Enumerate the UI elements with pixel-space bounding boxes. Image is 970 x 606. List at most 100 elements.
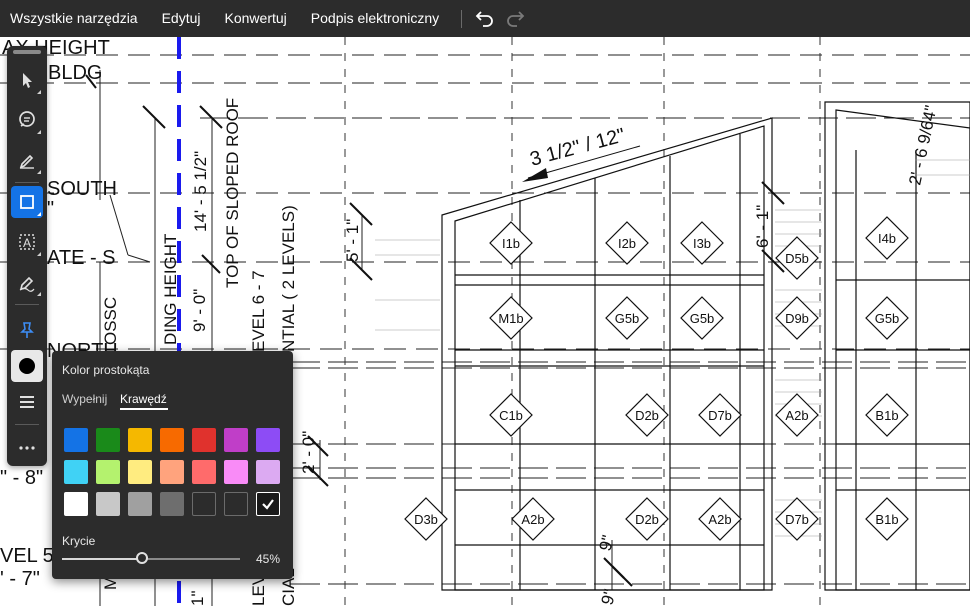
drawing-text-ntial: NTIAL ( 2 LEVELS) (279, 205, 298, 352)
checkmark-icon (262, 499, 274, 510)
color-swatch[interactable] (160, 428, 184, 452)
window-tag: I3b (680, 221, 724, 265)
color-swatch[interactable] (128, 428, 152, 452)
rectangle-icon (20, 195, 34, 209)
window-tags: I1b I2b I3b D5b I4b M1b G5b G5b D9b G5b C1b D2b D7b A… (404, 216, 909, 541)
window-tag: G5b (680, 296, 724, 340)
comment-tool[interactable] (11, 104, 43, 136)
drawing-text-ssc: OSSC (101, 297, 120, 345)
rectangle-color-panel: Kolor prostokąta Wypełnij Krawędź Krycie… (52, 351, 293, 579)
color-swatch[interactable] (224, 460, 248, 484)
window-tag-label: D2b (635, 512, 659, 527)
window-tag-label: D7b (785, 512, 809, 527)
arrow-cursor-icon (23, 73, 32, 88)
drawing-text-ding-height: DING HEIGHT (161, 234, 180, 345)
window-tag-label: I3b (693, 236, 711, 251)
drawing-text-top-sloped: TOP OF SLOPED ROOF (223, 98, 242, 288)
color-swatch[interactable] (96, 460, 120, 484)
pin-icon (20, 322, 34, 338)
more-tool[interactable] (11, 432, 43, 464)
color-swatch[interactable] (96, 428, 120, 452)
tab-fill[interactable]: Wypełnij (62, 392, 107, 406)
drawing-text-dim-6-9: 2' - 6 9/64" (905, 104, 940, 187)
opacity-slider-thumb[interactable] (136, 552, 149, 564)
window-tag-label: B1b (875, 512, 898, 527)
color-swatch[interactable] (256, 492, 280, 516)
menu-convert[interactable]: Konwertuj (213, 0, 299, 37)
drawing-text-south-suffix: " (47, 198, 54, 220)
window-tag-label: I2b (618, 236, 636, 251)
color-swatch[interactable] (224, 428, 248, 452)
menu-e-signature[interactable]: Podpis elektroniczny (299, 0, 451, 37)
toolbar-drag-handle[interactable] (13, 50, 41, 54)
window-tag: B1b (865, 393, 909, 437)
drawing-text-level-6-7: EVEL 6 - 7 (249, 270, 268, 352)
drawing-text-bldg: BLDG (48, 62, 102, 84)
window-tag: D2b (625, 497, 669, 541)
window-tag: D5b (775, 236, 819, 280)
window-tag: A2b (775, 393, 819, 437)
drawing-text-ate-s: ATE - S (47, 247, 116, 269)
window-tag-label: A2b (708, 512, 731, 527)
window-tag: D3b (404, 497, 448, 541)
top-menu-bar: Wszystkie narzędzia Edytuj Konwertuj Pod… (0, 0, 970, 37)
lines-icon (20, 396, 34, 408)
window-tag-label: I1b (502, 236, 520, 251)
draw-tool[interactable] (11, 266, 43, 298)
window-tag-label: B1b (875, 408, 898, 423)
pen-icon (19, 276, 35, 292)
window-tag-label: G5b (615, 311, 640, 326)
color-swatch[interactable] (224, 492, 248, 516)
window-tag: G5b (605, 296, 649, 340)
color-swatch[interactable] (96, 492, 120, 516)
window-tag-label: A2b (521, 512, 544, 527)
drawing-text-level5: VEL 5 (0, 545, 54, 567)
color-swatch[interactable] (256, 460, 280, 484)
menu-edit[interactable]: Edytuj (150, 0, 213, 37)
menu-all-tools[interactable]: Wszystkie narzędzia (0, 0, 150, 37)
drawing-text-dim-1: 1" (188, 591, 207, 606)
select-tool[interactable] (11, 64, 43, 96)
redo-button[interactable] (500, 0, 530, 37)
color-swatch[interactable] (64, 460, 88, 484)
color-swatch[interactable] (128, 492, 152, 516)
color-swatch[interactable] (64, 428, 88, 452)
color-swatch[interactable] (64, 492, 88, 516)
opacity-slider[interactable] (62, 552, 240, 564)
opacity-value: 45% (255, 552, 280, 566)
text-box-icon: A (19, 234, 35, 250)
pencil-icon (19, 154, 34, 169)
more-icon (19, 446, 35, 450)
window-tag: B1b (865, 497, 909, 541)
tab-stroke[interactable]: Krawędź (120, 392, 167, 406)
window-tag-label: D2b (635, 408, 659, 423)
color-swatch[interactable] (128, 460, 152, 484)
undo-button[interactable] (470, 0, 500, 37)
color-swatch[interactable] (192, 492, 216, 516)
rectangle-tool[interactable] (11, 186, 43, 218)
color-swatch[interactable] (192, 428, 216, 452)
drawing-text-dim-14: 14' - 5 1/2" (191, 151, 210, 232)
window-tag: C1b (489, 393, 533, 437)
color-swatch[interactable] (192, 460, 216, 484)
window-tag: I4b (865, 216, 909, 260)
color-tool[interactable] (11, 350, 43, 382)
color-swatch[interactable] (160, 460, 184, 484)
drawing-text-south: SOUTH (47, 178, 117, 200)
text-box-tool[interactable]: A (11, 226, 43, 258)
color-circle-icon (19, 358, 35, 374)
window-tag-label: G5b (690, 311, 715, 326)
drawing-text-dim-9-0: 9' - 0" (190, 289, 209, 332)
window-tag-label: I4b (878, 231, 896, 246)
color-swatch[interactable] (256, 428, 280, 452)
pin-tool[interactable] (11, 314, 43, 346)
stroke-width-tool[interactable] (11, 386, 43, 418)
color-swatch[interactable] (160, 492, 184, 516)
highlight-tool[interactable] (11, 144, 43, 176)
menu-separator (461, 9, 463, 28)
drawing-text-dim-8: " - 8" (0, 467, 43, 489)
window-tag: D9b (775, 296, 819, 340)
drawing-text-dim-5-1: 5' - 1" (343, 219, 362, 262)
window-tag: D2b (625, 393, 669, 437)
window-tag: D7b (775, 497, 819, 541)
